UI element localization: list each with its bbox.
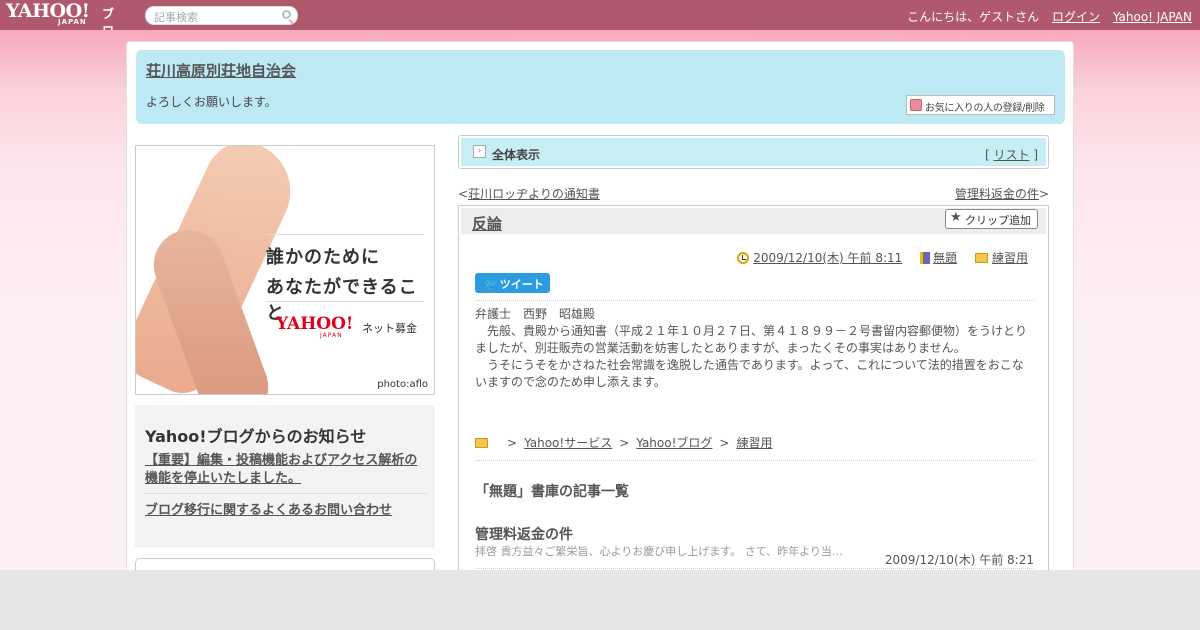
breadcrumb-item[interactable]: 練習用 (736, 436, 772, 450)
banner-line-1: 誰かのために (266, 247, 380, 268)
yahoo-japan-link[interactable]: Yahoo! JAPAN (1113, 10, 1192, 24)
article-title[interactable]: 反論 (472, 213, 502, 234)
article-datetime-link[interactable]: 2009/12/10(木) 午前 8:11 (753, 251, 902, 265)
archive-entry-snippet: 拝啓 貴方益々ご繁栄旨、心よりお慶び申し上げます。 さて、昨年より当… (475, 545, 843, 558)
folder-link[interactable]: 練習用 (992, 251, 1028, 265)
chevron-right-icon: › (473, 145, 486, 158)
archive-divider (475, 568, 1034, 569)
article-panel: 反論 ★ クリップ追加 2009/12/10(木) 午前 8:11 無題 練習用… (458, 205, 1049, 585)
search-icon[interactable] (282, 10, 291, 19)
clip-button-label: クリップ追加 (965, 214, 1031, 227)
archive-entry-title[interactable]: 管理料返金の件 (475, 524, 573, 544)
banner-yahoo-logo-sub: JAPAN (320, 332, 343, 339)
view-switch-bar: › 全体表示 [ リスト ] (458, 135, 1049, 169)
article-pager: <荘川ロッヂよりの通知書 管理料返金の件> (458, 185, 1049, 201)
list-view-link[interactable]: リスト (993, 148, 1029, 162)
prev-article-link[interactable]: 荘川ロッヂよりの通知書 (468, 187, 600, 201)
breadcrumb-item[interactable]: Yahoo!サービス (524, 436, 612, 450)
logo-sub: JAPAN (58, 18, 87, 26)
article-body: 弁護士 西野 昭雄殿 先般、貴殿から通知書（平成２１年１０月２７日、第４１８９９… (475, 306, 1035, 391)
list-view-toggle: [ リスト ] (984, 148, 1038, 162)
all-view-label: 全体表示 (492, 148, 541, 162)
article-paragraph: うそにうそをかさねた社会常識を逸脱した通告であります。よって、これについて法的措… (475, 358, 1024, 389)
clip-add-button[interactable]: ★ クリップ追加 (945, 209, 1038, 229)
next-article: 管理料返金の件> (954, 187, 1049, 201)
category-book-icon (920, 252, 931, 264)
banner-divider (266, 234, 424, 235)
yahoo-blog-logo[interactable]: YAHOO! JAPAN ブログ (6, 2, 114, 56)
prev-article: <荘川ロッヂよりの通知書 (458, 187, 600, 201)
blog-description: よろしくお願いします。 (146, 95, 277, 109)
notice-link[interactable]: ブログ移行に関するよくあるお問い合わせ (145, 499, 392, 518)
page-footer-bg (0, 570, 1200, 630)
article-header: 反論 ★ クリップ追加 (461, 208, 1046, 234)
category-link[interactable]: 無題 (933, 251, 957, 265)
banner-photo-credit: photo:aflo (377, 379, 428, 390)
article-divider (475, 300, 1034, 301)
archive-heading: 「無題」書庫の記事一覧 (475, 484, 629, 500)
header-user-links: こんにちは、ゲストさん ログイン Yahoo! JAPAN (898, 8, 1192, 25)
twitter-bird-icon: 🐦 (484, 278, 498, 291)
notice-link[interactable]: 【重要】編集・投稿機能およびアクセス解析の機能を停止いたしました。 (145, 452, 427, 488)
clock-icon (737, 252, 750, 264)
banner-service-name: ネット募金 (362, 322, 417, 335)
tweet-label: ツイート (499, 278, 544, 291)
star-icon: ★ (950, 210, 962, 225)
breadcrumb-item[interactable]: Yahoo!ブログ (636, 436, 712, 450)
archive-entry-date: 2009/12/10(木) 午前 8:21 (884, 553, 1034, 567)
notice-panel: Yahoo!ブログからのお知らせ 【重要】編集・投稿機能およびアクセス解析の機能… (135, 405, 435, 548)
article-paragraph: 先般、貴殿から通知書（平成２１年１０月２７日、第４１８９９－２号書留内容郵便物）… (475, 324, 1028, 355)
search-placeholder: 記事検索 (154, 11, 198, 24)
greeting-text: こんにちは、ゲストさん (907, 10, 1040, 24)
breadcrumb: > Yahoo!サービス > Yahoo!ブログ > 練習用 (475, 434, 772, 451)
article-divider (475, 460, 1034, 461)
global-header: YAHOO! JAPAN ブログ 記事検索 こんにちは、ゲストさん ログイン Y… (0, 0, 1200, 56)
search-input[interactable]: 記事検索 (145, 6, 298, 25)
banner-divider (266, 301, 424, 302)
article-paragraph: 弁護士 西野 昭雄殿 (475, 307, 596, 321)
folder-icon (475, 438, 488, 448)
login-link[interactable]: ログイン (1052, 10, 1100, 24)
favorite-button-label: お気に入りの人の登録/削除 (925, 103, 1045, 114)
next-article-link[interactable]: 管理料返金の件 (955, 187, 1039, 201)
article-meta: 2009/12/10(木) 午前 8:11 無題 練習用 (737, 249, 1028, 266)
blog-header-panel: 荘川高原別荘地自治会 よろしくお願いします。 お気に入りの人の登録/削除 (136, 50, 1065, 124)
blog-title-link[interactable]: 荘川高原別荘地自治会 (146, 60, 296, 81)
notice-title: Yahoo!ブログからのお知らせ (145, 427, 367, 446)
heart-icon (910, 99, 922, 111)
charity-banner[interactable]: 誰かのために あなたができること YAHOO! JAPAN ネット募金 phot… (135, 145, 435, 395)
tweet-button[interactable]: 🐦 ツイート (475, 273, 550, 293)
banner-yahoo-logo: YAHOO! (276, 314, 354, 334)
notice-divider (145, 493, 427, 494)
favorite-register-button[interactable]: お気に入りの人の登録/削除 (906, 95, 1055, 115)
folder-icon (974, 253, 988, 263)
